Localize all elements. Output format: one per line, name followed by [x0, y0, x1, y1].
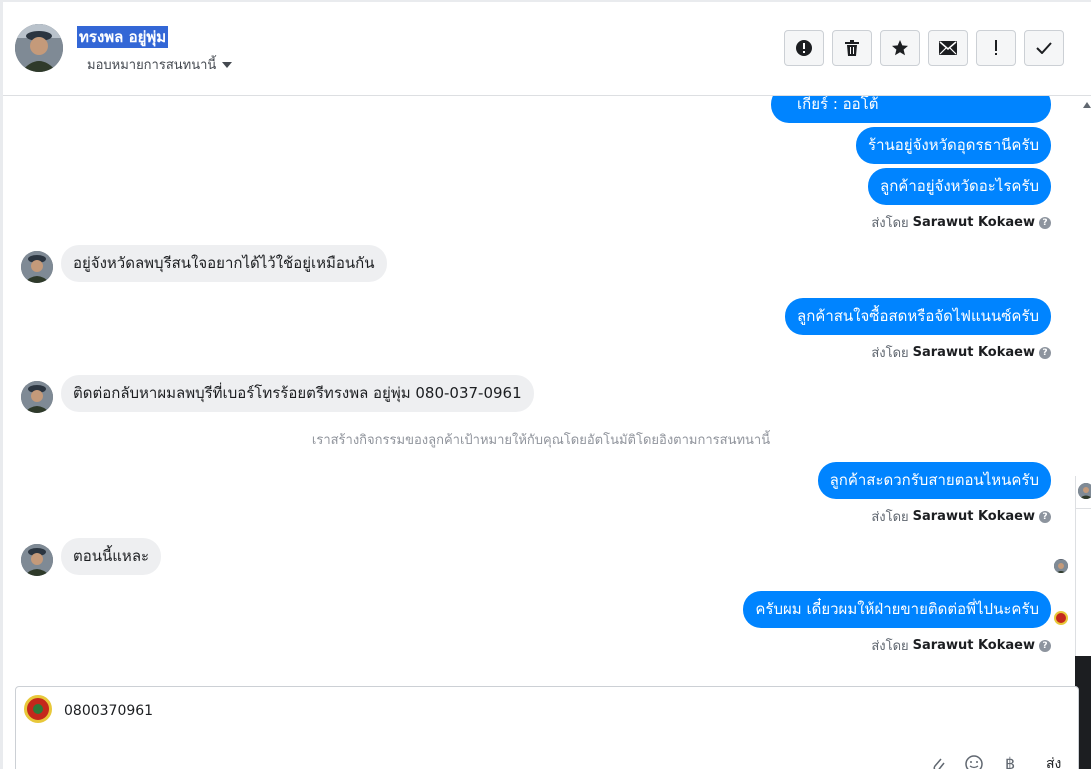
assign-conversation-dropdown[interactable]: มอบหมายการสนทนานี้: [87, 54, 233, 75]
customer-avatar-small: [21, 544, 53, 576]
sent-by-prefix: ส่งโดย: [871, 639, 909, 654]
help-icon[interactable]: ?: [1039, 639, 1051, 652]
customer-avatar[interactable]: [15, 24, 63, 72]
sent-by-agent[interactable]: Sarawut Kokaew: [913, 345, 1035, 360]
side-panel-avatar[interactable]: [1078, 483, 1091, 499]
customer-avatar-small: [21, 381, 53, 413]
caret-down-icon: [222, 61, 233, 68]
send-button[interactable]: ส่ง: [1046, 755, 1061, 769]
envelope-icon: [939, 41, 957, 55]
mark-unread-button[interactable]: [928, 30, 968, 66]
message-thread[interactable]: เกียร์ : ออโต้ ร้านอยู่จังหวัดอุดรธานีคร…: [3, 96, 1079, 680]
page-logo-avatar: [24, 695, 52, 723]
sent-by-line: ส่งโดย Sarawut Kokaew ?: [871, 635, 1051, 656]
mark-done-button[interactable]: [1024, 30, 1064, 66]
exclamation-icon: [995, 40, 997, 55]
message-incoming[interactable]: ติดต่อกลับหาผมลพบุรีที่เบอร์โทรร้อยตรีทร…: [61, 375, 534, 412]
message-outgoing[interactable]: ร้านอยู่จังหวัดอุดรธานีครับ: [856, 127, 1051, 164]
sent-by-line: ส่งโดย Sarawut Kokaew ?: [871, 506, 1051, 527]
message-outgoing[interactable]: ลูกค้าอยู่จังหวัดอะไรครับ: [868, 168, 1051, 205]
baht-icon[interactable]: ฿: [1005, 755, 1015, 769]
sent-by-agent[interactable]: Sarawut Kokaew: [913, 509, 1035, 524]
sent-by-agent[interactable]: Sarawut Kokaew: [913, 215, 1035, 230]
mark-spam-button[interactable]: [784, 30, 824, 66]
customer-avatar-small: [21, 251, 53, 283]
sent-by-prefix: ส่งโดย: [871, 216, 909, 231]
checkmark-icon: [1036, 42, 1052, 54]
message-outgoing[interactable]: ลูกค้าสนใจซื้อสดหรือจัดไฟแนนซ์ครับ: [785, 298, 1051, 335]
scroll-up-arrow-icon[interactable]: [1083, 102, 1091, 108]
customer-name[interactable]: ทรงพล อยู่พุ่ม: [77, 26, 169, 48]
message-incoming[interactable]: ตอนนี้แหละ: [61, 538, 162, 575]
star-button[interactable]: [880, 30, 920, 66]
paperclip-icon[interactable]: [930, 755, 946, 769]
sent-by-prefix: ส่งโดย: [871, 510, 909, 525]
sent-by-line: ส่งโดย Sarawut Kokaew ?: [871, 212, 1051, 233]
assign-label: มอบหมายการสนทนานี้: [87, 58, 217, 73]
trash-icon: [845, 40, 859, 56]
message-outgoing[interactable]: ครับผม เดี๋ยวผมให้ฝ่ายขายติดต่อพี่ไปนะคร…: [743, 591, 1051, 628]
alert-circle-icon: [796, 40, 812, 56]
seen-by-customer-avatar: [1054, 559, 1068, 573]
system-note: เราสร้างกิจกรรมของลูกค้าเป้าหมายให้กับคุ…: [311, 433, 771, 448]
sent-by-line: ส่งโดย Sarawut Kokaew ?: [871, 342, 1051, 363]
smiley-icon[interactable]: [965, 755, 983, 769]
help-icon[interactable]: ?: [1039, 216, 1051, 229]
follow-up-button[interactable]: [976, 30, 1016, 66]
reply-input[interactable]: [64, 701, 964, 721]
help-icon[interactable]: ?: [1039, 510, 1051, 523]
message-outgoing[interactable]: เกียร์ : ออโต้: [771, 96, 1051, 123]
sent-by-prefix: ส่งโดย: [871, 346, 909, 361]
message-composer: ฿ ส่ง: [15, 686, 1079, 769]
seen-by-page-avatar: [1054, 611, 1068, 625]
side-panel-divider: [1075, 508, 1091, 509]
help-icon[interactable]: ?: [1039, 346, 1051, 359]
sent-by-agent[interactable]: Sarawut Kokaew: [913, 638, 1035, 653]
message-outgoing[interactable]: ลูกค้าสะดวกรับสายตอนไหนครับ: [817, 462, 1051, 499]
delete-button[interactable]: [832, 30, 872, 66]
conversation-header: ทรงพล อยู่พุ่ม มอบหมายการสนทนานี้: [3, 2, 1091, 96]
message-incoming[interactable]: อยู่จังหวัดลพบุรีสนใจอยากได้ไว้ใช้อยู่เห…: [61, 245, 387, 282]
star-icon: [892, 40, 908, 56]
